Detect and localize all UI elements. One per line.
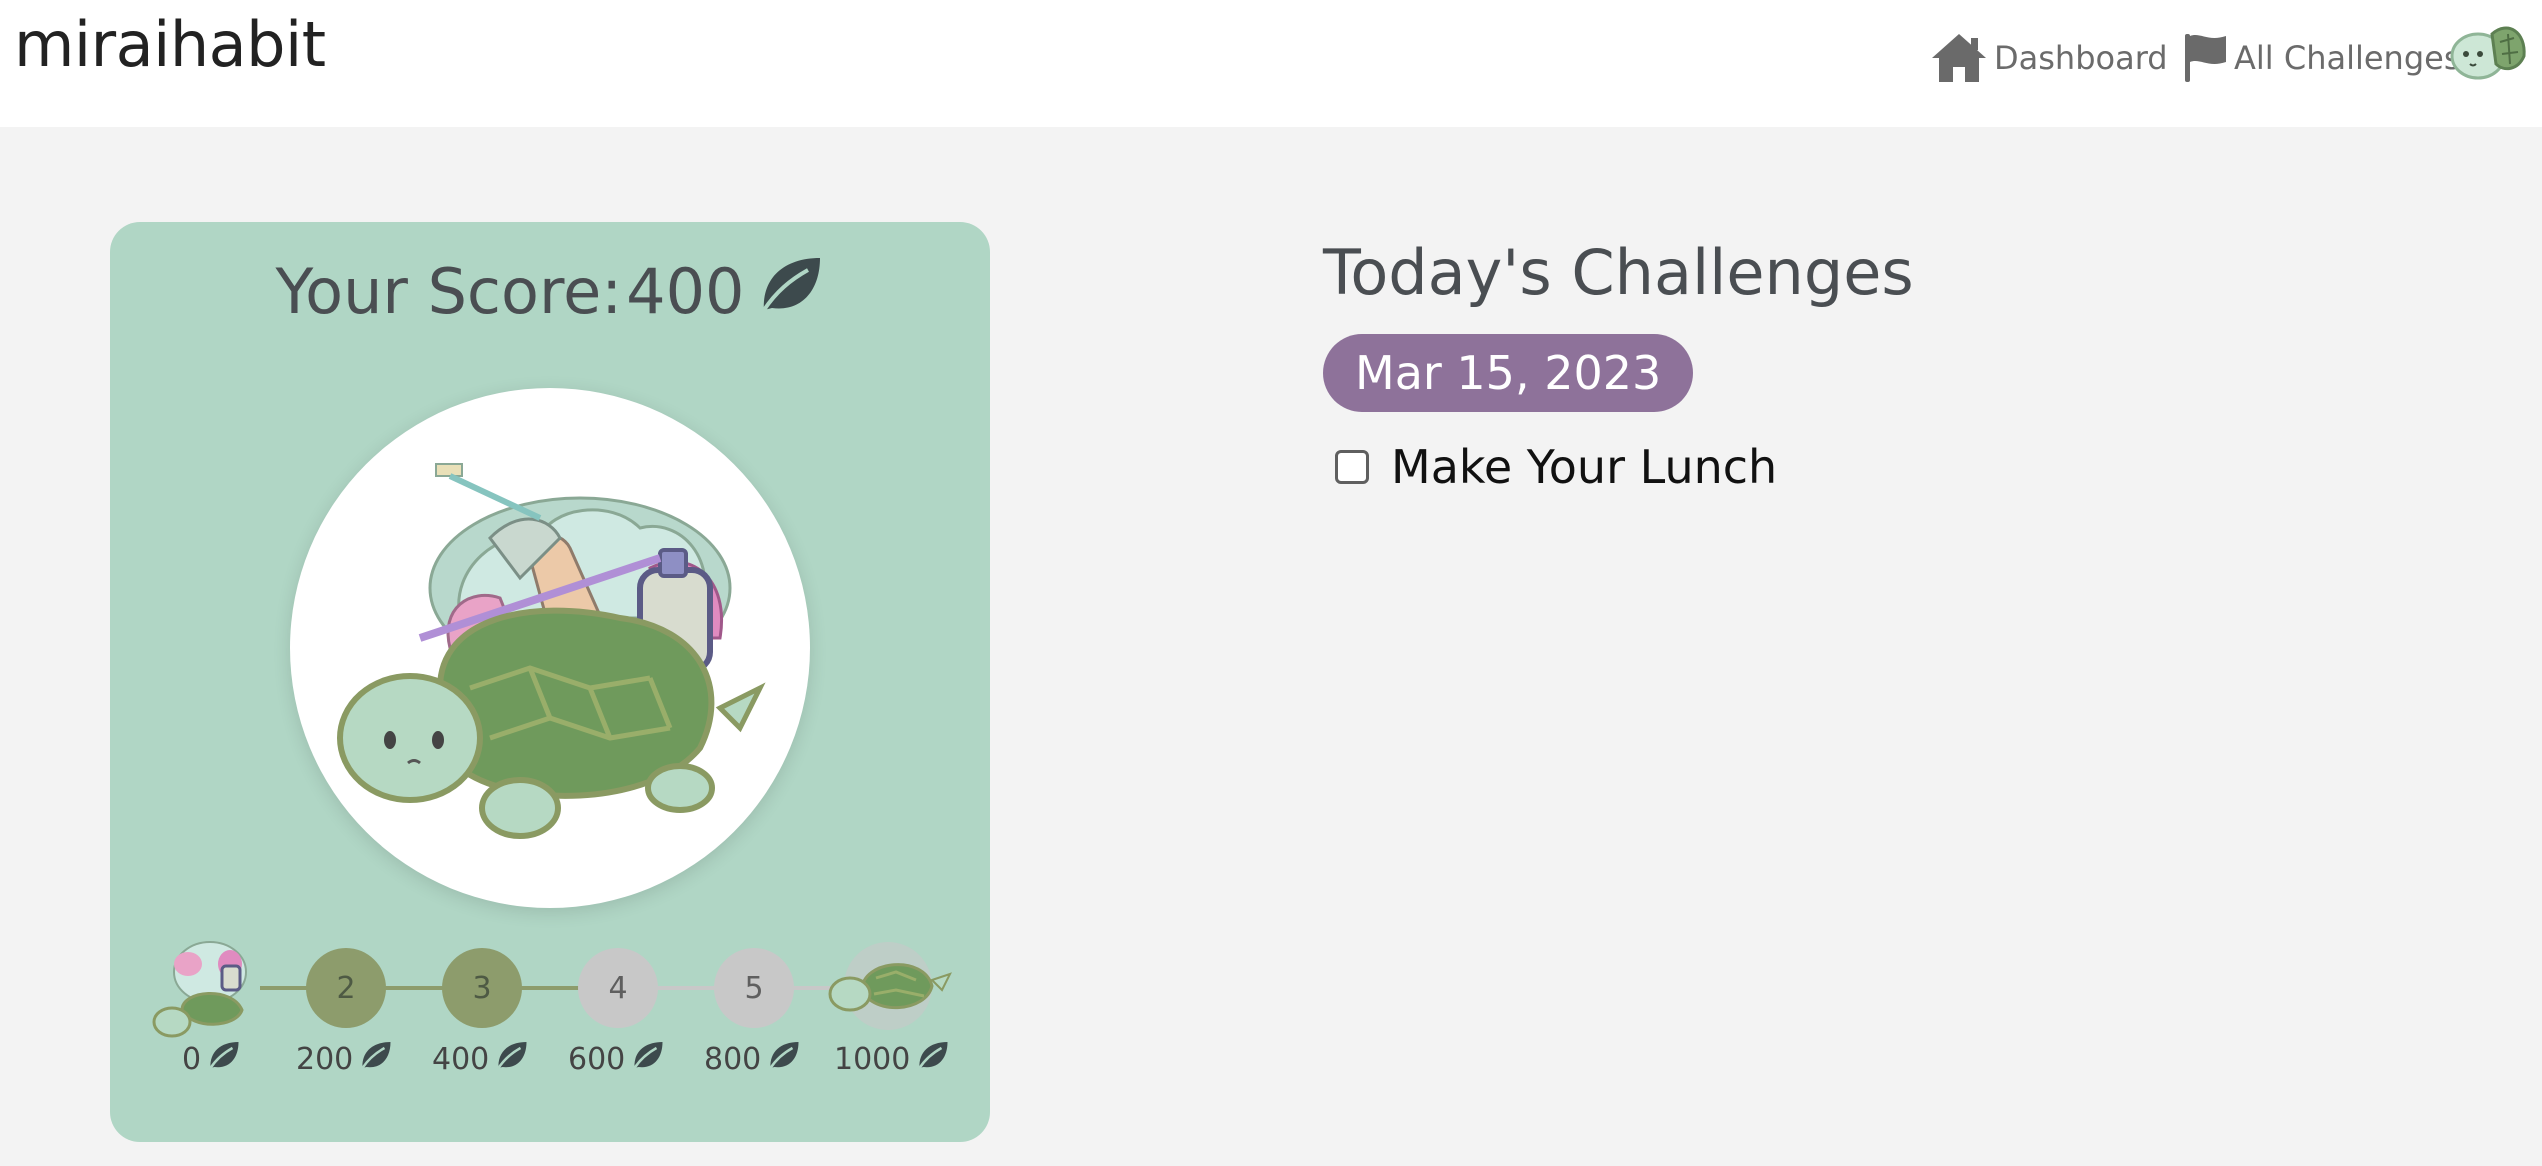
leaf-icon xyxy=(761,1040,801,1078)
challenge-checkbox[interactable] xyxy=(1335,450,1369,484)
home-icon xyxy=(1930,32,1988,84)
level-points-value: 0 xyxy=(182,1041,202,1077)
level-points-value: 200 xyxy=(296,1041,354,1077)
level-points-value: 800 xyxy=(704,1041,762,1077)
score-label: Your Score: xyxy=(275,255,623,328)
level-node-5: 5 xyxy=(714,948,794,1028)
turtle-portrait xyxy=(290,388,810,908)
level-points-5: 800 xyxy=(704,1040,801,1078)
score-card: Your Score: 400 2 3 4 5 0 200 400 600 80… xyxy=(110,222,990,1142)
level-points-6: 1000 xyxy=(834,1040,950,1078)
flag-icon xyxy=(2182,32,2228,84)
leaf-icon xyxy=(353,1040,393,1078)
date-badge: Mar 15, 2023 xyxy=(1323,334,1694,412)
level-node-3: 3 xyxy=(442,948,522,1028)
turtle-avatar-icon[interactable] xyxy=(2448,12,2528,86)
leaf-icon xyxy=(489,1040,529,1078)
level-node-4: 4 xyxy=(578,948,658,1028)
challenge-item[interactable]: Make Your Lunch xyxy=(1335,440,1777,494)
level-points-value: 400 xyxy=(432,1041,490,1077)
leaf-icon xyxy=(625,1040,665,1078)
leaf-icon xyxy=(201,1040,241,1078)
score-value: 400 xyxy=(626,255,745,328)
nav-dashboard[interactable]: Dashboard xyxy=(1930,22,2168,94)
level-points-value: 600 xyxy=(568,1041,626,1077)
score-heading: Your Score: 400 xyxy=(110,254,990,329)
level-6-clean-turtle-icon xyxy=(826,940,956,1036)
leaf-icon xyxy=(910,1040,950,1078)
leaf-icon xyxy=(744,254,824,329)
level-points-1: 0 xyxy=(182,1040,241,1078)
top-bar: miraihabit Dashboard All Challenges xyxy=(0,0,2542,127)
level-points-value: 1000 xyxy=(834,1041,911,1077)
level-1-turtle-trash-icon xyxy=(152,930,262,1046)
brand-logo[interactable]: miraihabit xyxy=(14,8,326,81)
level-node-2: 2 xyxy=(306,948,386,1028)
nav-all-challenges-label: All Challenges xyxy=(2234,39,2461,77)
nav-dashboard-label: Dashboard xyxy=(1994,39,2168,77)
level-points-4: 600 xyxy=(568,1040,665,1078)
nav-all-challenges[interactable]: All Challenges xyxy=(2182,22,2461,94)
challenges-title: Today's Challenges xyxy=(1323,236,1914,309)
todays-challenges-panel: Today's Challenges Mar 15, 2023 Make You… xyxy=(1323,236,1914,494)
level-points-2: 200 xyxy=(296,1040,393,1078)
challenge-label: Make Your Lunch xyxy=(1391,440,1778,494)
level-points-3: 400 xyxy=(432,1040,529,1078)
